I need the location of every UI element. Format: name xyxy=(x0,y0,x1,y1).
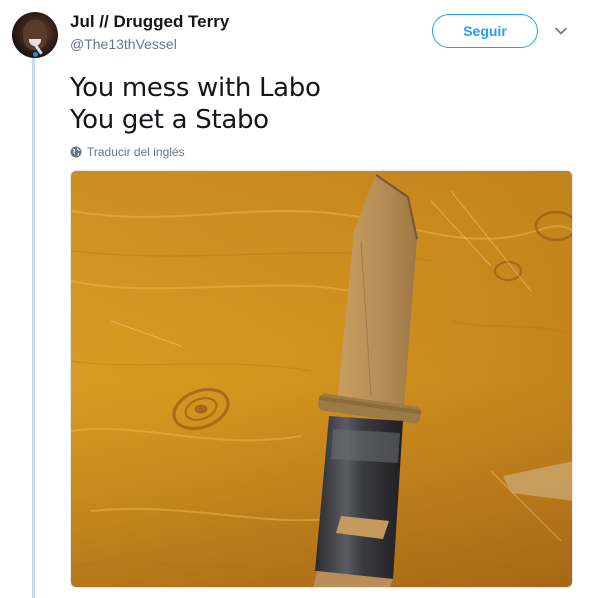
author-avatar[interactable] xyxy=(12,12,58,58)
photo-cardboard-knife xyxy=(71,171,572,587)
author-display-name[interactable]: Jul // Drugged Terry xyxy=(70,12,229,32)
tweet-line-2: You get a Stabo xyxy=(70,105,269,135)
tweet-line-1: You mess with Labo xyxy=(70,73,321,103)
thread-line xyxy=(32,58,35,598)
tweet-photo[interactable] xyxy=(70,170,573,588)
author-handle[interactable]: @The13thVessel xyxy=(70,36,177,52)
chevron-down-icon[interactable] xyxy=(554,24,568,38)
translate-label: Traducir del inglés xyxy=(87,145,185,159)
globe-icon xyxy=(70,146,82,158)
translate-link[interactable]: Traducir del inglés xyxy=(70,145,185,159)
tweet-text: You mess with Labo You get a Stabo xyxy=(70,72,321,136)
avatar-lollipop-tip xyxy=(33,52,38,57)
follow-button[interactable]: Seguir xyxy=(432,14,538,48)
